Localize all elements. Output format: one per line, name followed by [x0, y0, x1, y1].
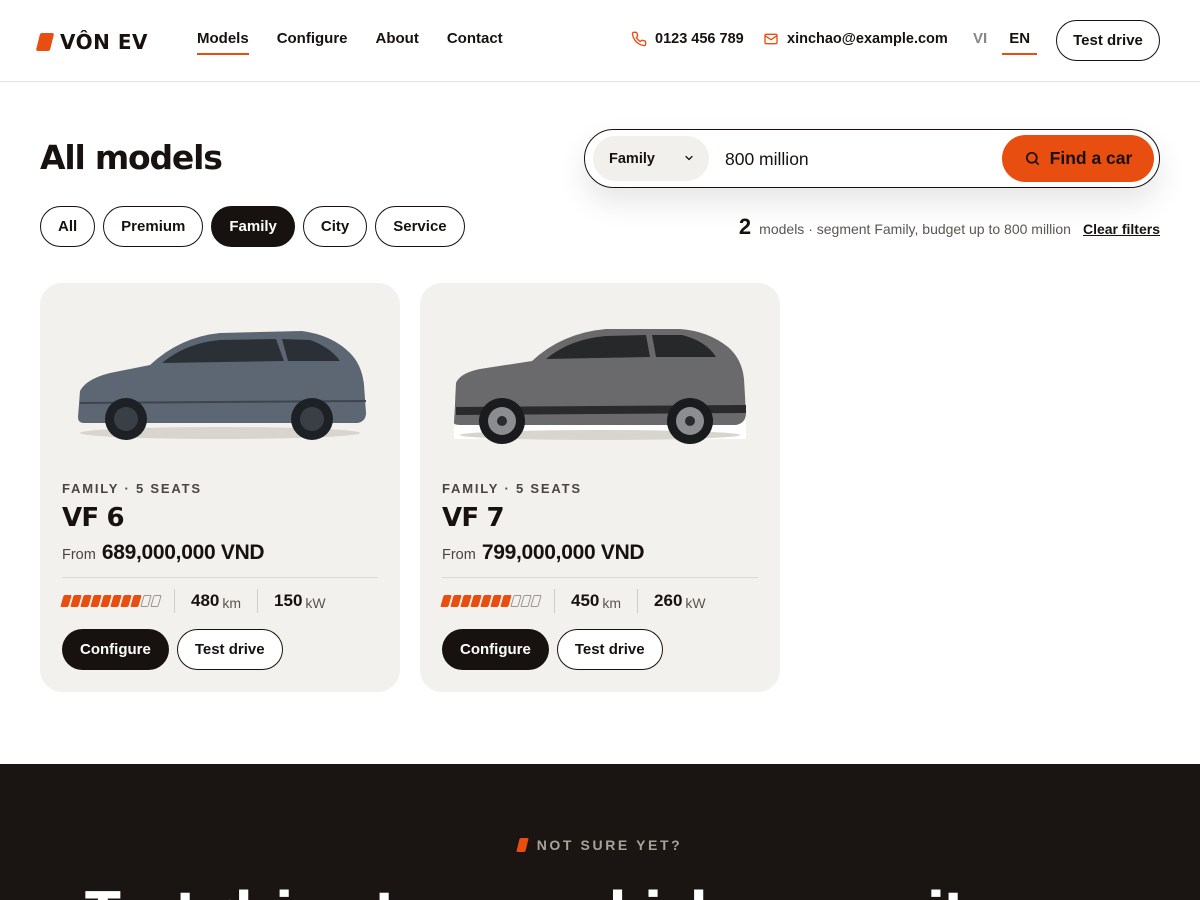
card-specs: 480 km 150 kW [60, 589, 342, 613]
test-drive-button[interactable]: Test drive [176, 629, 283, 670]
segment-select-value: Family [609, 150, 655, 167]
nav-item-models[interactable]: Models [197, 30, 249, 55]
range-spec: 480 km [174, 589, 257, 613]
results-text: models · segment Family, budget up to 80… [759, 221, 1071, 237]
mail-icon [764, 33, 778, 45]
chevron-down-icon [685, 155, 693, 161]
email-link[interactable]: xinchao@example.com [763, 31, 948, 47]
clear-filters-link[interactable]: Clear filters [1083, 221, 1160, 237]
divider [62, 577, 378, 578]
chip-family[interactable]: Family [211, 206, 295, 247]
rating-bar [440, 595, 554, 607]
power-unit: kW [685, 594, 706, 611]
car-image [78, 331, 367, 440]
lang-vi[interactable]: VI [966, 30, 994, 55]
card-model-name: VF 6 [62, 503, 125, 533]
range-spec: 450 km [554, 589, 637, 613]
power-value: 150 [274, 591, 303, 610]
phone-icon [631, 31, 647, 47]
card-meta: FAMILY · 5 SEATS [442, 481, 582, 496]
rating-segment [150, 595, 162, 607]
range-value: 480 [191, 591, 220, 610]
phone-link[interactable]: 0123 456 789 [631, 31, 744, 47]
price-from-label: From [62, 547, 96, 563]
site-header: VÔN EV Models Configure About Contact 01… [0, 0, 1200, 82]
card-meta: FAMILY · 5 SEATS [62, 481, 202, 496]
header-test-drive-button[interactable]: Test drive [1056, 20, 1160, 61]
results-summary: 2 models · segment Family, budget up to … [739, 214, 1160, 240]
nav-item-about[interactable]: About [376, 30, 419, 55]
power-spec: 150 kW [257, 589, 342, 613]
range-value: 450 [571, 591, 600, 610]
nav-item-contact[interactable]: Contact [447, 30, 503, 55]
card-price: From 689,000,000 VND [62, 541, 265, 565]
range-unit: km [602, 594, 622, 611]
power-spec: 260 kW [637, 589, 722, 613]
segment-filter-chips: All Premium Family City Service [40, 206, 465, 247]
page-title: All models [40, 138, 223, 177]
card-actions: Configure Test drive [62, 629, 283, 670]
price-value: 799,000,000 VND [481, 541, 645, 564]
chip-city[interactable]: City [302, 206, 368, 247]
cta-headline: Test drive to see which one suits you [0, 882, 1200, 900]
chip-service[interactable]: Service [375, 206, 465, 247]
main-nav: Models Configure About Contact [197, 30, 503, 55]
power-unit: kW [305, 594, 326, 611]
search-icon [1025, 151, 1039, 166]
brand-name: VÔN EV [60, 30, 148, 54]
card-price: From 799,000,000 VND [442, 541, 645, 565]
configure-button[interactable]: Configure [442, 629, 549, 670]
car-image [454, 329, 747, 444]
budget-input[interactable] [725, 145, 985, 173]
segment-select[interactable]: Family [593, 136, 709, 181]
lang-en[interactable]: EN [1002, 30, 1038, 55]
configure-button[interactable]: Configure [62, 629, 169, 670]
power-value: 260 [654, 591, 683, 610]
search-bar: Family Find a car [584, 129, 1160, 188]
find-car-button[interactable]: Find a car [1002, 135, 1154, 182]
cta-eyebrow: NOT SURE YET? [0, 837, 1200, 853]
price-from-label: From [442, 547, 476, 563]
email-address: xinchao@example.com [787, 31, 948, 47]
find-car-label: Find a car [1049, 148, 1133, 168]
divider [442, 577, 758, 578]
card-model-name: VF 7 [442, 503, 505, 533]
nav-item-configure[interactable]: Configure [277, 30, 348, 55]
range-unit: km [222, 594, 242, 611]
brand-logo[interactable]: VÔN EV [35, 30, 148, 54]
model-card-vf7: FAMILY · 5 SEATS VF 7 From 799,000,000 V… [420, 283, 780, 692]
price-value: 689,000,000 VND [101, 541, 265, 564]
test-drive-button[interactable]: Test drive [556, 629, 663, 670]
rating-segment [530, 595, 542, 607]
results-count: 2 [738, 214, 752, 239]
card-specs: 450 km 260 kW [440, 589, 722, 613]
phone-number: 0123 456 789 [655, 31, 744, 47]
language-switcher: VI EN [966, 30, 1038, 55]
logo-mark-icon [35, 33, 55, 51]
rating-bar [60, 595, 174, 607]
model-card-vf6: FAMILY · 5 SEATS VF 6 From 689,000,000 V… [40, 283, 400, 692]
chip-premium[interactable]: Premium [103, 206, 204, 247]
accent-mark-icon [515, 838, 529, 852]
card-actions: Configure Test drive [442, 629, 663, 670]
chip-all[interactable]: All [40, 206, 96, 247]
cta-eyebrow-text: NOT SURE YET? [536, 837, 683, 853]
cta-section: NOT SURE YET? Test drive to see which on… [0, 764, 1200, 900]
